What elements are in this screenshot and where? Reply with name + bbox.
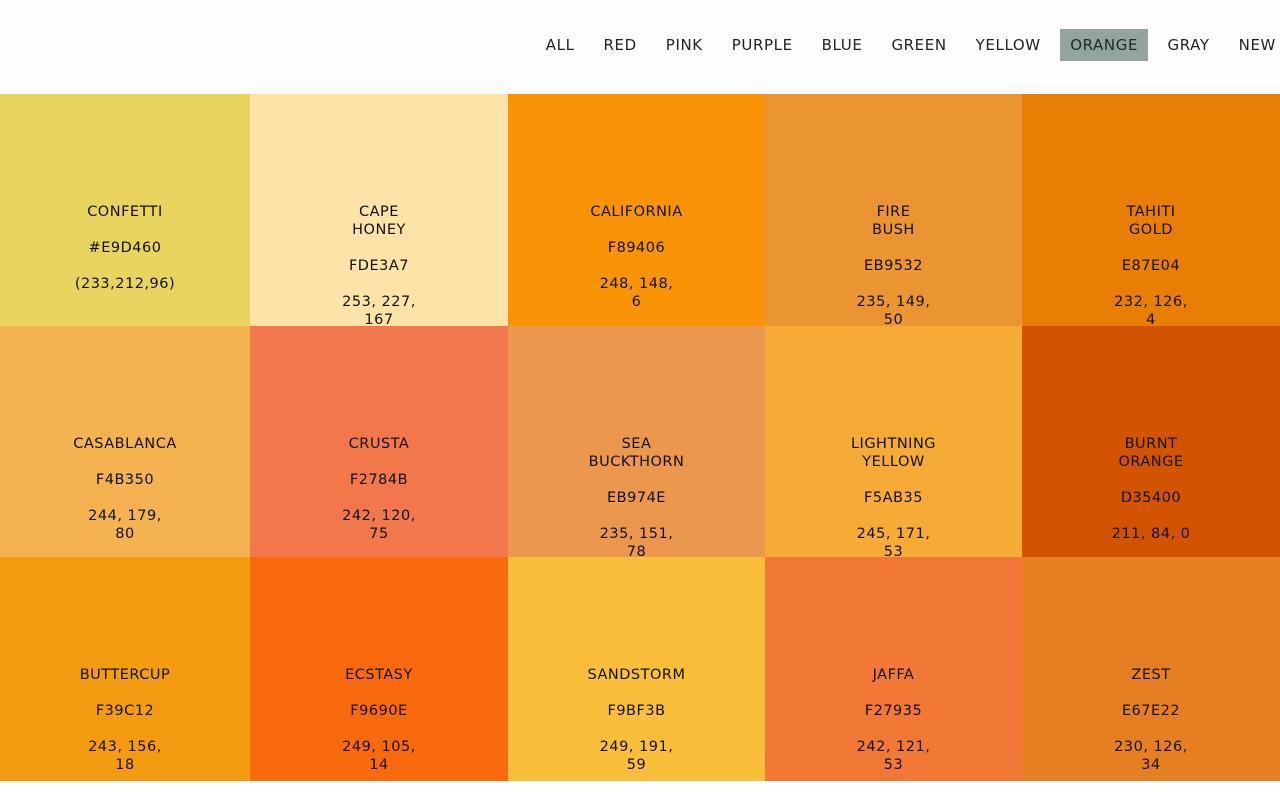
color-swatch[interactable]: CRUSTA F2784B 242, 120, 75 xyxy=(250,326,508,557)
nav-item-green[interactable]: GREEN xyxy=(877,29,961,61)
swatch-label: CONFETTI #E9D460 (233,212,96) xyxy=(75,185,175,311)
top-bar: ALL RED PINK PURPLE BLUE GREEN YELLOW OR… xyxy=(0,0,1280,94)
color-swatch[interactable]: CASABLANCA F4B350 244, 179, 80 xyxy=(0,326,250,557)
nav-item-orange[interactable]: ORANGE xyxy=(1060,29,1149,61)
swatch-label: SANDSTORM F9BF3B 249, 191, 59 xyxy=(588,648,686,792)
swatch-rgb: 243, 156, 18 xyxy=(88,739,162,773)
swatch-rgb: 235, 151, 78 xyxy=(599,526,674,560)
swatch-label: CAPE HONEY FDE3A7 253, 227, 167 xyxy=(342,185,416,347)
color-swatch[interactable]: FIRE BUSH EB9532 235, 149, 50 xyxy=(765,94,1022,328)
nav-item-purple[interactable]: PURPLE xyxy=(717,29,807,61)
swatch-hex: EB9532 xyxy=(863,258,923,274)
swatch-name: JAFFA xyxy=(872,667,915,683)
color-swatch[interactable]: BURNT ORANGE D35400 211, 84, 0 xyxy=(1022,326,1280,557)
swatch-hex: E87E04 xyxy=(1121,258,1181,274)
nav-item-all[interactable]: ALL xyxy=(531,29,589,61)
swatch-rgb: 248, 148, 6 xyxy=(599,276,674,310)
color-swatch[interactable]: TAHITI GOLD E87E04 232, 126, 4 xyxy=(1022,94,1280,328)
swatch-hex: F89406 xyxy=(607,240,666,256)
swatch-rgb: 244, 179, 80 xyxy=(88,508,162,542)
swatch-name: ZEST xyxy=(1131,667,1171,683)
swatch-label: BURNT ORANGE D35400 211, 84, 0 xyxy=(1112,417,1191,561)
nav-item-new[interactable]: NEW xyxy=(1224,29,1280,61)
color-swatch[interactable]: SANDSTORM F9BF3B 249, 191, 59 xyxy=(508,557,765,781)
swatch-label: TAHITI GOLD E87E04 232, 126, 4 xyxy=(1114,185,1188,347)
swatch-label: LIGHTNING YELLOW F5AB35 245, 171, 53 xyxy=(851,417,936,579)
swatch-hex: F9690E xyxy=(350,703,408,719)
swatch-hex: F9BF3B xyxy=(607,703,666,719)
swatch-rgb: (233,212,96) xyxy=(74,276,176,292)
swatch-hex: D35400 xyxy=(1120,490,1182,506)
swatch-name: CAPE HONEY xyxy=(352,204,406,238)
swatch-name: BUTTERCUP xyxy=(79,667,171,683)
swatch-label: SEA BUCKTHORN EB974E 235, 151, 78 xyxy=(589,417,685,579)
swatch-rgb: 242, 121, 53 xyxy=(856,739,931,773)
nav-item-yellow[interactable]: YELLOW xyxy=(961,29,1055,61)
color-swatch[interactable]: SEA BUCKTHORN EB974E 235, 151, 78 xyxy=(508,326,765,560)
swatch-hex: FDE3A7 xyxy=(348,258,410,274)
nav-item-red[interactable]: RED xyxy=(589,29,651,61)
color-swatch[interactable]: BUTTERCUP F39C12 243, 156, 18 xyxy=(0,557,250,781)
swatch-label: CASABLANCA F4B350 244, 179, 80 xyxy=(73,417,177,561)
swatch-hex: F5AB35 xyxy=(864,490,923,506)
swatch-name: BURNT ORANGE xyxy=(1118,436,1184,470)
swatch-label: CRUSTA F2784B 242, 120, 75 xyxy=(342,417,416,561)
nav-item-pink[interactable]: PINK xyxy=(651,29,717,61)
swatch-rgb: 230, 126, 34 xyxy=(1114,739,1188,773)
swatch-hex: F2784B xyxy=(349,472,409,488)
swatch-label: ECSTASY F9690E 249, 105, 14 xyxy=(342,648,416,792)
swatch-label: FIRE BUSH EB9532 235, 149, 50 xyxy=(857,185,931,347)
swatch-rgb: 242, 120, 75 xyxy=(342,508,416,542)
swatch-name: ECSTASY xyxy=(345,667,413,683)
swatch-hex: #E9D460 xyxy=(88,240,162,256)
swatch-rgb: 211, 84, 0 xyxy=(1111,526,1191,542)
swatch-label: CALIFORNIA F89406 248, 148, 6 xyxy=(590,185,682,329)
swatch-rgb: 232, 126, 4 xyxy=(1114,294,1188,328)
swatch-hex: F4B350 xyxy=(95,472,155,488)
swatch-name: CRUSTA xyxy=(348,436,410,452)
nav-item-gray[interactable]: GRAY xyxy=(1153,29,1224,61)
swatch-name: SEA BUCKTHORN xyxy=(588,436,685,470)
color-swatch[interactable]: CALIFORNIA F89406 248, 148, 6 xyxy=(508,94,765,326)
color-swatch[interactable]: ZEST E67E22 230, 126, 34 xyxy=(1022,557,1280,781)
swatch-hex: F27935 xyxy=(864,703,923,719)
color-swatch[interactable]: LIGHTNING YELLOW F5AB35 245, 171, 53 xyxy=(765,326,1022,560)
swatch-name: CONFETTI xyxy=(87,204,163,220)
swatch-hex: E67E22 xyxy=(1121,703,1181,719)
swatch-name: LIGHTNING YELLOW xyxy=(850,436,937,470)
swatch-label: JAFFA F27935 242, 121, 53 xyxy=(857,648,931,792)
swatch-rgb: 249, 105, 14 xyxy=(342,739,416,773)
swatch-hex: F39C12 xyxy=(95,703,155,719)
swatch-name: FIRE BUSH xyxy=(872,204,915,238)
color-category-nav: ALL RED PINK PURPLE BLUE GREEN YELLOW OR… xyxy=(531,29,1280,61)
swatch-rgb: 235, 149, 50 xyxy=(856,294,931,328)
swatch-hex: EB974E xyxy=(607,490,666,506)
swatch-name: TAHITI GOLD xyxy=(1126,204,1176,238)
color-swatch[interactable]: CONFETTI #E9D460 (233,212,96) xyxy=(0,94,250,326)
swatch-name: CALIFORNIA xyxy=(590,204,683,220)
swatch-grid: CONFETTI #E9D460 (233,212,96) CAPE HONEY… xyxy=(0,94,1280,781)
color-swatch[interactable]: JAFFA F27935 242, 121, 53 xyxy=(765,557,1022,781)
nav-item-blue[interactable]: BLUE xyxy=(807,29,877,61)
swatch-rgb: 249, 191, 59 xyxy=(599,739,674,773)
color-swatch[interactable]: CAPE HONEY FDE3A7 253, 227, 167 xyxy=(250,94,508,328)
swatch-label: ZEST E67E22 230, 126, 34 xyxy=(1114,648,1188,792)
swatch-rgb: 253, 227, 167 xyxy=(342,294,416,328)
swatch-name: CASABLANCA xyxy=(73,436,177,452)
swatch-name: SANDSTORM xyxy=(587,667,686,683)
swatch-label: BUTTERCUP F39C12 243, 156, 18 xyxy=(80,648,171,792)
swatch-rgb: 245, 171, 53 xyxy=(856,526,931,560)
color-swatch[interactable]: ECSTASY F9690E 249, 105, 14 xyxy=(250,557,508,781)
